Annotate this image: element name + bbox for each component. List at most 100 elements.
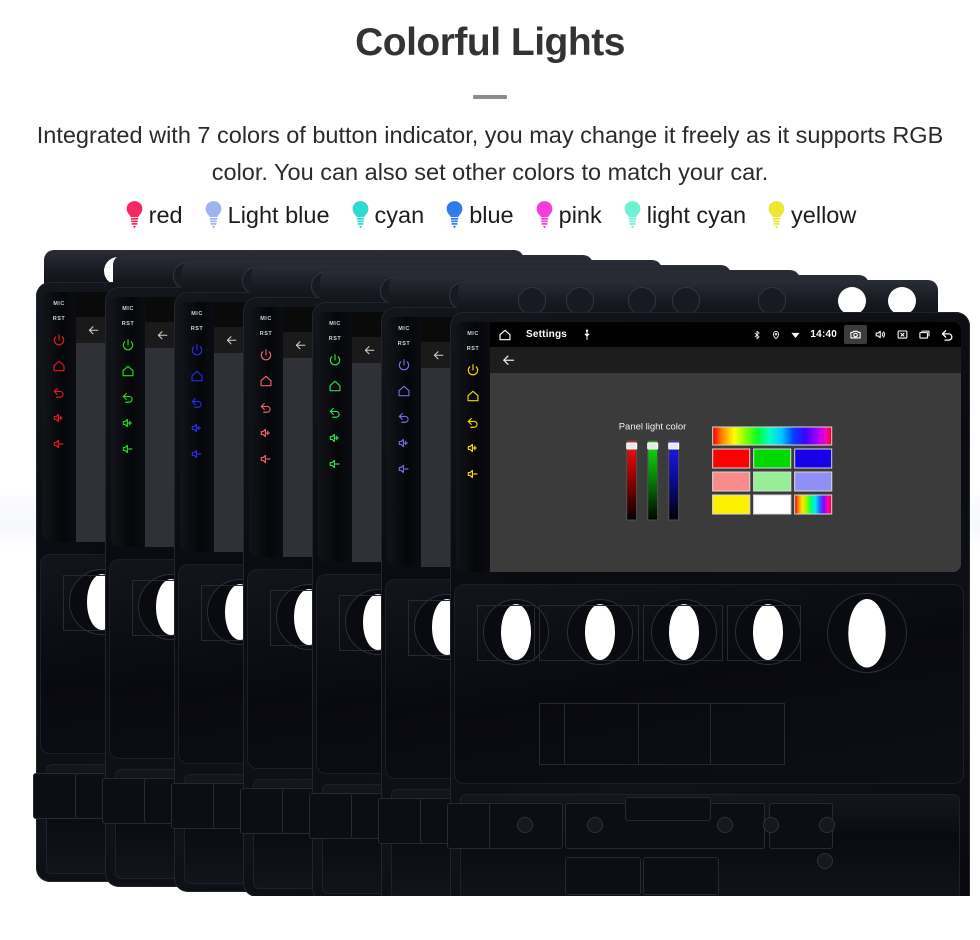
back-button[interactable] bbox=[51, 384, 67, 400]
volume-down-button[interactable] bbox=[465, 466, 481, 482]
appbar-back-icon[interactable] bbox=[294, 339, 307, 352]
swatch-blue[interactable] bbox=[794, 448, 833, 469]
panel-light-color-picker: Panel light color bbox=[619, 421, 833, 521]
home-button[interactable] bbox=[120, 363, 136, 379]
swatch-green[interactable] bbox=[753, 448, 792, 469]
mounting-hole bbox=[628, 287, 656, 316]
mounting-hole bbox=[566, 287, 594, 316]
red-slider[interactable] bbox=[625, 440, 637, 521]
appbar-back-icon[interactable] bbox=[87, 324, 100, 337]
swatch-row bbox=[712, 494, 833, 515]
mic-label: MIC bbox=[260, 316, 272, 323]
speaker-icon[interactable] bbox=[874, 328, 887, 341]
mic-label: MIC bbox=[398, 326, 410, 333]
screen-title: Settings bbox=[526, 329, 568, 341]
mic-label: MIC bbox=[191, 311, 203, 318]
power-button[interactable] bbox=[189, 342, 205, 358]
reset-label: RST bbox=[190, 326, 204, 333]
power-button[interactable] bbox=[51, 332, 67, 348]
back-button[interactable] bbox=[396, 409, 412, 425]
recent-apps-icon[interactable] bbox=[918, 328, 931, 341]
home-button[interactable] bbox=[51, 358, 67, 374]
back-button[interactable] bbox=[189, 394, 205, 410]
volume-down-button[interactable] bbox=[396, 461, 412, 477]
swatch-row bbox=[712, 448, 833, 469]
camera-icon[interactable] bbox=[844, 325, 867, 345]
volume-up-button[interactable] bbox=[189, 420, 205, 436]
volume-up-button[interactable] bbox=[465, 440, 481, 456]
volume-up-button[interactable] bbox=[258, 425, 274, 441]
swatch-white[interactable] bbox=[753, 494, 792, 515]
status-back-icon[interactable] bbox=[940, 327, 955, 342]
volume-up-button[interactable] bbox=[51, 410, 67, 426]
appbar-back-icon[interactable] bbox=[156, 329, 169, 342]
swatch-periwinkle[interactable] bbox=[794, 471, 833, 492]
slider-thumb[interactable] bbox=[646, 442, 658, 450]
usb-icon bbox=[581, 329, 593, 341]
bulb-icon bbox=[534, 200, 555, 230]
location-pin-icon bbox=[771, 330, 781, 340]
volume-down-button[interactable] bbox=[327, 456, 343, 472]
bulb-icon bbox=[350, 200, 371, 230]
back-button[interactable] bbox=[120, 389, 136, 405]
home-button[interactable] bbox=[465, 388, 481, 404]
page-header: Colorful Lights Integrated with 7 colors… bbox=[0, 0, 980, 190]
bulb-icon bbox=[766, 200, 787, 230]
bulb-icon bbox=[203, 200, 224, 230]
home-button[interactable] bbox=[189, 368, 205, 384]
volume-up-button[interactable] bbox=[120, 415, 136, 431]
volume-down-button[interactable] bbox=[258, 451, 274, 467]
slider-thumb[interactable] bbox=[625, 442, 637, 450]
hardware-button-column: MIC RST bbox=[180, 302, 214, 553]
unit-faceplate: MIC RST Settings 14:40 Panel light color bbox=[447, 312, 970, 897]
back-button[interactable] bbox=[327, 404, 343, 420]
slider-thumb[interactable] bbox=[667, 442, 679, 450]
legend-item-blue: blue bbox=[444, 200, 514, 230]
hvac-panel-outline bbox=[477, 605, 535, 662]
page-title: Colorful Lights bbox=[355, 21, 625, 64]
volume-up-button[interactable] bbox=[396, 435, 412, 451]
green-slider[interactable] bbox=[646, 440, 658, 521]
power-button[interactable] bbox=[396, 357, 412, 373]
title-divider bbox=[473, 94, 507, 99]
back-button[interactable] bbox=[258, 399, 274, 415]
legend-label: Light blue bbox=[227, 201, 330, 228]
power-button[interactable] bbox=[465, 362, 481, 378]
lower-mount-bracket bbox=[447, 794, 960, 897]
volume-down-button[interactable] bbox=[120, 441, 136, 457]
blue-slider[interactable] bbox=[667, 440, 679, 521]
dash-bezel bbox=[454, 584, 964, 785]
home-button[interactable] bbox=[258, 373, 274, 389]
settings-content: Panel light color bbox=[490, 373, 961, 573]
legend-label: pink bbox=[558, 201, 602, 228]
appbar-back-icon[interactable] bbox=[363, 344, 376, 357]
rainbow-gradient-bar[interactable] bbox=[712, 426, 833, 446]
mic-label: MIC bbox=[122, 306, 134, 313]
home-button[interactable] bbox=[396, 383, 412, 399]
appbar-back-icon[interactable] bbox=[225, 334, 238, 347]
home-button[interactable] bbox=[327, 378, 343, 394]
hardware-button-column: MIC RST bbox=[42, 292, 76, 543]
home-icon[interactable] bbox=[498, 328, 512, 342]
mounting-hole bbox=[838, 287, 866, 316]
volume-down-button[interactable] bbox=[51, 436, 67, 452]
swatch-red[interactable] bbox=[712, 448, 751, 469]
appbar-back-icon[interactable] bbox=[432, 349, 445, 362]
reset-label: RST bbox=[466, 346, 480, 353]
power-button[interactable] bbox=[327, 352, 343, 368]
swatch-lightgreen[interactable] bbox=[753, 471, 792, 492]
hvac-panel-outline bbox=[539, 605, 639, 662]
power-button[interactable] bbox=[120, 337, 136, 353]
bulb-icon bbox=[622, 200, 643, 230]
close-box-icon[interactable] bbox=[896, 328, 909, 341]
power-button[interactable] bbox=[258, 347, 274, 363]
swatch-yellow[interactable] bbox=[712, 494, 751, 515]
mounting-hole bbox=[758, 287, 786, 316]
volume-up-button[interactable] bbox=[327, 430, 343, 446]
back-button[interactable] bbox=[465, 414, 481, 430]
volume-down-button[interactable] bbox=[189, 446, 205, 462]
swatch-rainbow[interactable] bbox=[794, 494, 833, 515]
appbar-back-icon[interactable] bbox=[501, 353, 516, 368]
swatch-salmon[interactable] bbox=[712, 471, 751, 492]
product-units-scene: MIC RST Settings 14:40 Panel light color… bbox=[0, 236, 980, 897]
